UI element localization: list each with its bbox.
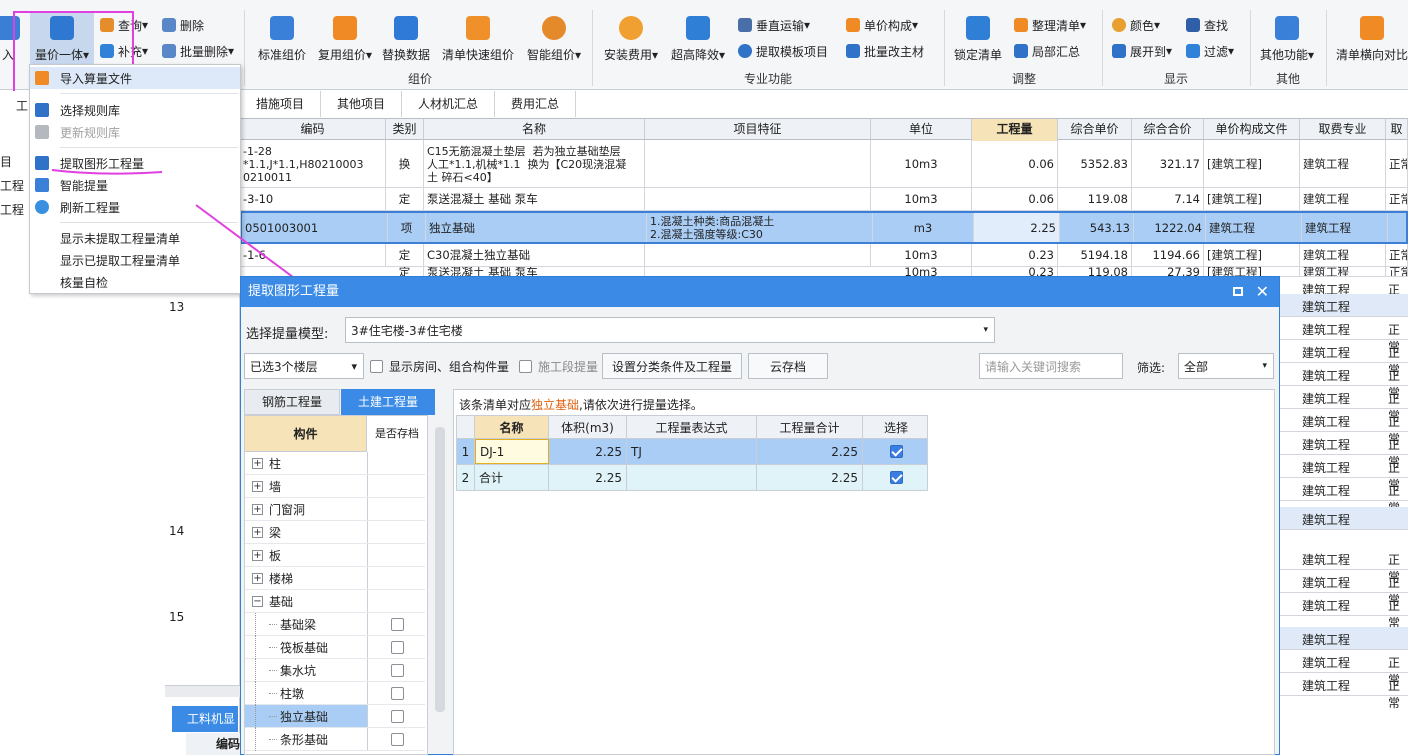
extract-result-panel: 该条清单对应独立基础,请依次进行提量选择。 名称 体积(m3) 工程量表达式 工…: [453, 389, 1275, 755]
phase-checkbox[interactable]: 施工段提量: [519, 358, 598, 375]
tree-child-node[interactable]: 独立基础: [245, 704, 427, 728]
tree-child-node[interactable]: 基础梁: [245, 612, 427, 636]
checkbox-checked-icon[interactable]: [889, 471, 903, 484]
checkbox-icon[interactable]: [391, 617, 404, 631]
checkbox-icon[interactable]: [391, 709, 404, 723]
expand-toggle-icon[interactable]: +: [252, 549, 263, 561]
col-header-volume[interactable]: 体积(m3): [549, 416, 627, 438]
result-row-total[interactable]: 2 合计 2.25 2.25: [456, 465, 928, 491]
tree-node[interactable]: − 基础: [245, 590, 425, 613]
checkbox-icon: [519, 360, 532, 373]
tree-node[interactable]: + 楼梯: [245, 567, 425, 590]
checkbox-icon[interactable]: [391, 640, 404, 654]
row-index: 2: [457, 465, 475, 490]
expand-toggle-icon[interactable]: +: [252, 526, 263, 538]
tree-node[interactable]: + 板: [245, 544, 425, 567]
filter-label: 筛选:: [1137, 361, 1166, 375]
col-header-name[interactable]: 名称: [475, 416, 549, 438]
expand-toggle-icon[interactable]: +: [252, 572, 263, 584]
tree-header: 构件 是否存档: [245, 416, 427, 452]
chevron-down-icon: ▾: [1262, 361, 1267, 371]
chevron-down-icon: ▾: [351, 359, 357, 373]
tree-child-node[interactable]: 筏板基础: [245, 635, 427, 659]
tree-node[interactable]: + 柱: [245, 452, 425, 475]
tab-civil-quantity[interactable]: 土建工程量: [341, 389, 435, 415]
cell-expression[interactable]: TJ: [627, 439, 757, 464]
tree-header-component: 构件: [245, 416, 367, 452]
cell-select[interactable]: [863, 439, 929, 464]
tree-child-node[interactable]: 柱墩: [245, 681, 427, 705]
cell-name: 合计: [475, 465, 549, 490]
tree-child-node[interactable]: 集水坑: [245, 658, 427, 682]
model-label: 选择提量模型:: [246, 327, 329, 342]
checkbox-icon[interactable]: [391, 663, 404, 677]
expand-toggle-icon[interactable]: +: [252, 503, 263, 515]
chevron-down-icon: ▾: [983, 325, 988, 335]
checkbox-icon[interactable]: [391, 686, 404, 700]
extract-graphic-dialog: 提取图形工程量 ✕ 选择提量模型: 3#住宅楼-3#住宅楼 ▾ 已选3个楼层 ▾ 显…: [240, 276, 1280, 755]
model-select[interactable]: 3#住宅楼-3#住宅楼 ▾: [345, 317, 995, 343]
tab-rebar-quantity[interactable]: 钢筋工程量: [244, 389, 340, 415]
dialog-title: 提取图形工程量: [248, 284, 340, 299]
hint-text: 该条清单对应独立基础,请依次进行提量选择。: [459, 398, 703, 412]
show-rooms-checkbox[interactable]: 显示房间、组合构件量: [370, 358, 509, 375]
row-index: 1: [457, 439, 475, 464]
cell-sum: 2.25: [757, 439, 863, 464]
cell-name[interactable]: DJ-1: [475, 439, 549, 464]
cell-volume: 2.25: [549, 465, 627, 490]
cell-select[interactable]: [863, 465, 929, 490]
floor-select[interactable]: 已选3个楼层 ▾: [244, 353, 364, 379]
maximize-icon[interactable]: [1233, 287, 1243, 296]
result-table-header: 名称 体积(m3) 工程量表达式 工程量合计 选择: [456, 415, 928, 439]
checkbox-icon: [370, 360, 383, 373]
dialog-title-bar: 提取图形工程量 ✕: [241, 277, 1279, 307]
annotation-arrow-line: [195, 204, 306, 287]
checkbox-icon[interactable]: [391, 732, 404, 746]
close-icon[interactable]: ✕: [1256, 277, 1269, 307]
tree-header-archived: 是否存档: [367, 416, 427, 452]
checkbox-checked-icon[interactable]: [889, 445, 903, 458]
set-classification-button[interactable]: 设置分类条件及工程量: [602, 353, 742, 379]
filter-select[interactable]: 全部 ▾: [1178, 353, 1274, 379]
expand-toggle-icon[interactable]: +: [252, 457, 263, 469]
tree-node[interactable]: + 梁: [245, 521, 425, 544]
search-input[interactable]: 请输入关键词搜索: [979, 353, 1123, 379]
col-header-select[interactable]: 选择: [863, 416, 929, 438]
tree-child-node[interactable]: 条形基础: [245, 727, 427, 751]
tree-body: + 柱 + 墙 + 门窗洞 + 梁 + 板 + 楼梯 − 基础 基础梁 筏板基础 集水坑 柱墩 独立基础 条形基础: [245, 452, 427, 754]
cell-volume: 2.25: [549, 439, 627, 464]
expand-toggle-icon[interactable]: −: [252, 595, 263, 607]
tree-scrollbar[interactable]: [435, 427, 445, 712]
cloud-archive-button[interactable]: 云存档: [748, 353, 828, 379]
result-row[interactable]: 1 DJ-1 2.25 TJ 2.25: [456, 439, 928, 465]
expand-toggle-icon[interactable]: +: [252, 480, 263, 492]
cell-expression: [627, 465, 757, 490]
component-tree-panel: 构件 是否存档 + 柱 + 墙 + 门窗洞 + 梁 + 板 + 楼梯 − 基础 基础梁 筏板基础 集水坑 柱墩 独立…: [244, 415, 428, 755]
col-header-expression[interactable]: 工程量表达式: [627, 416, 757, 438]
tree-node[interactable]: + 门窗洞: [245, 498, 425, 521]
cell-sum: 2.25: [757, 465, 863, 490]
annotation-underline: [51, 169, 163, 175]
tree-node[interactable]: + 墙: [245, 475, 425, 498]
col-header-sum[interactable]: 工程量合计: [757, 416, 863, 438]
